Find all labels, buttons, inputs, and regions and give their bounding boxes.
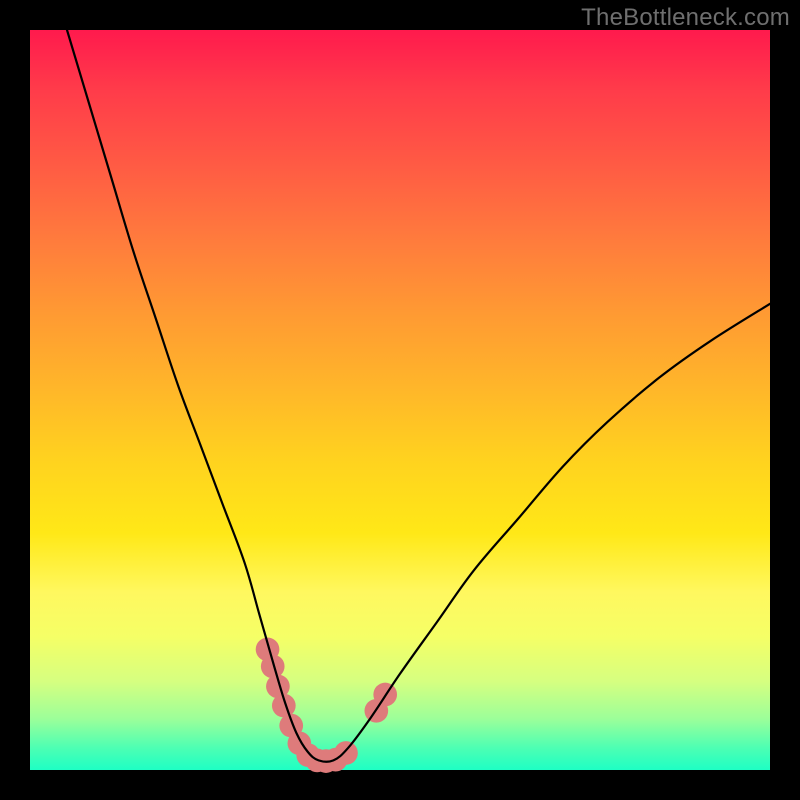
bottleneck-curve-path xyxy=(67,30,770,762)
chart-plot-area xyxy=(30,30,770,770)
chart-frame: TheBottleneck.com xyxy=(0,0,800,800)
marker-group xyxy=(256,638,397,773)
watermark-label: TheBottleneck.com xyxy=(581,4,790,32)
chart-svg xyxy=(30,30,770,770)
curve-marker xyxy=(334,741,358,765)
